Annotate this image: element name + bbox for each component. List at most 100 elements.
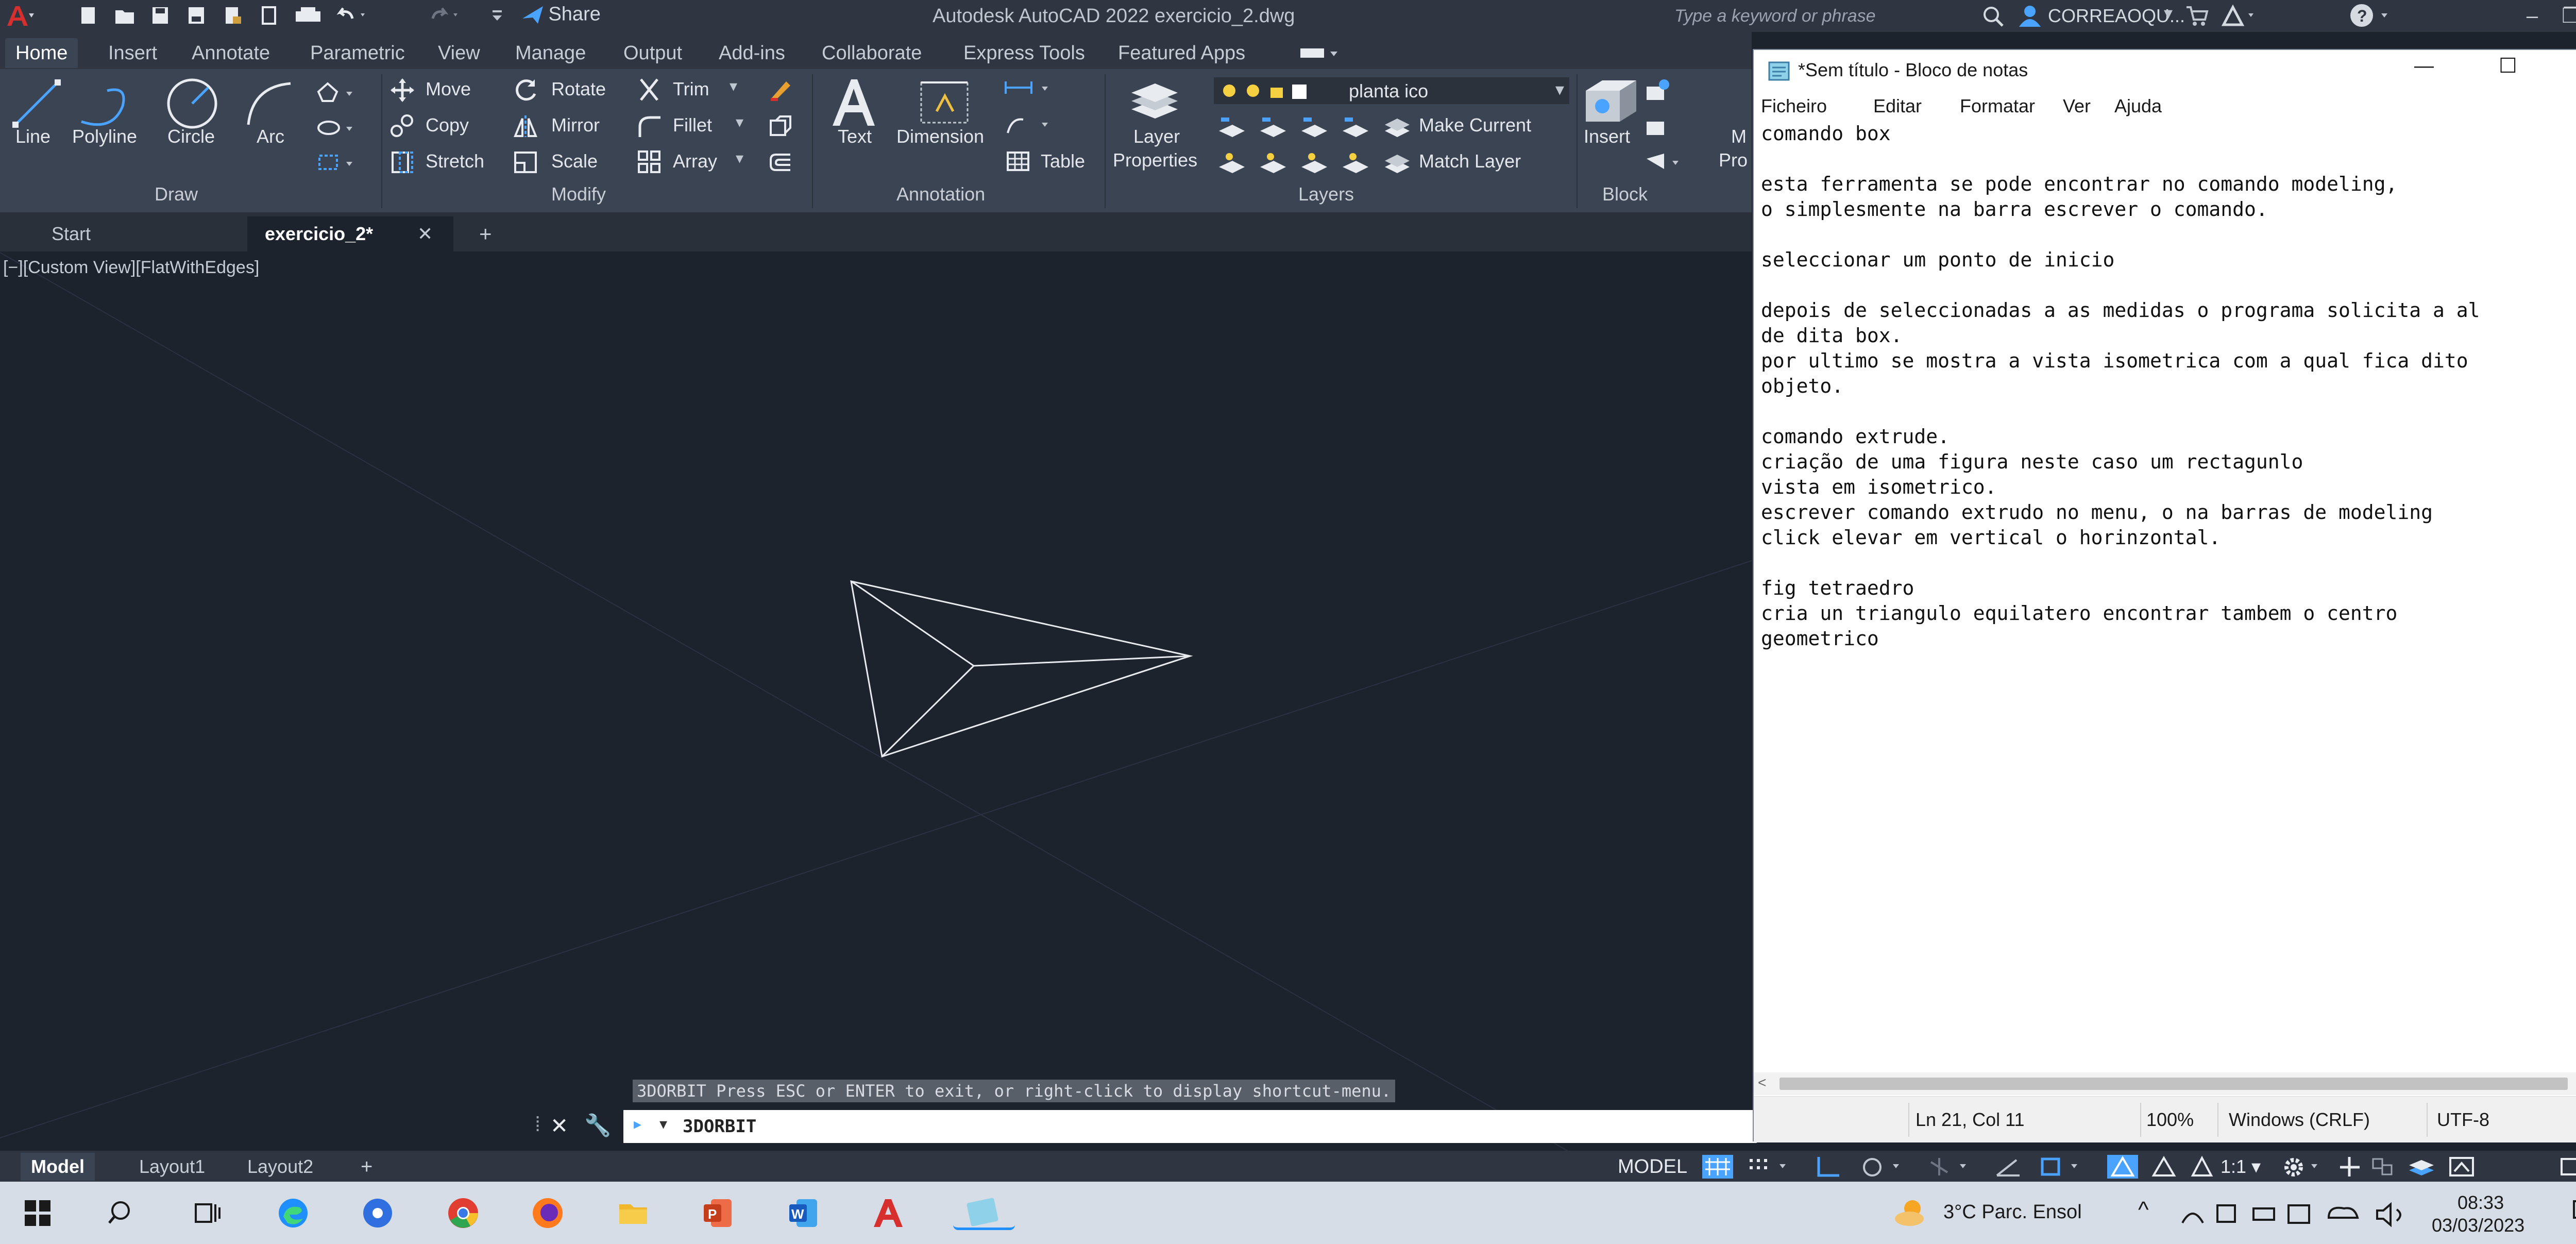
ortho-icon[interactable] <box>1814 1155 1844 1179</box>
close-tab-icon[interactable]: ✕ <box>417 216 433 251</box>
move-button[interactable]: Move <box>426 78 471 100</box>
annotation-panel-title[interactable]: Annotation <box>896 183 985 205</box>
tab-add-ins[interactable]: Add-ins <box>708 38 795 68</box>
notepad-window[interactable]: *Sem título - Bloco de notas — ☐ ✕ Fiche… <box>1753 49 2576 1142</box>
isolate-objects-icon[interactable] <box>2447 1155 2478 1179</box>
layer-properties-label-1[interactable]: Layer <box>1133 126 1180 147</box>
word-icon[interactable]: W <box>786 1196 820 1230</box>
new-tab-icon[interactable]: + <box>464 216 507 251</box>
clean-screen-icon[interactable] <box>2558 1155 2576 1179</box>
object-snap-tracking-icon[interactable] <box>1994 1155 2025 1179</box>
menu-ver[interactable]: Ver <box>2063 95 2091 117</box>
notepad-minimize-button[interactable]: — <box>2414 55 2434 77</box>
autocad-taskbar-icon[interactable] <box>871 1196 905 1230</box>
layer-tools-row1-icon[interactable] <box>1214 112 1389 144</box>
tab-drawing-active[interactable]: exercicio_2* ✕ <box>247 216 453 251</box>
command-line-input[interactable]: ▸ ▾ 3DORBIT <box>623 1110 1757 1143</box>
tab-output[interactable]: Output <box>613 38 692 68</box>
redo-icon[interactable] <box>428 5 457 26</box>
explode-icon[interactable] <box>768 113 793 142</box>
offset-icon[interactable] <box>768 149 793 178</box>
edge-browser-icon[interactable] <box>276 1196 310 1230</box>
scale-dropdown[interactable]: 1:1 ▾ <box>2221 1155 2261 1179</box>
circle-button[interactable]: Circle <box>167 126 215 147</box>
trim-dropdown-icon[interactable]: ▾ <box>730 77 737 95</box>
chrome-icon[interactable] <box>446 1196 480 1230</box>
teams-icon[interactable] <box>361 1196 395 1230</box>
windows-start-icon[interactable] <box>21 1196 55 1230</box>
task-view-icon[interactable] <box>191 1196 225 1230</box>
annotation-scale-icon[interactable] <box>2190 1155 2215 1179</box>
help-icon[interactable]: ? <box>2349 2 2396 31</box>
trim-button[interactable]: Trim <box>673 78 709 100</box>
annotation-monitor-icon[interactable] <box>2337 1155 2363 1179</box>
weather-icon[interactable] <box>1892 1195 1933 1232</box>
make-current-button[interactable]: Make Current <box>1419 114 1531 136</box>
scale-button[interactable]: Scale <box>551 150 598 172</box>
arc-button[interactable]: Arc <box>257 126 284 147</box>
model-space-button[interactable]: MODEL <box>1618 1155 1687 1179</box>
auto-scale-icon[interactable] <box>2148 1155 2179 1179</box>
tab-parametric[interactable]: Parametric <box>300 38 415 68</box>
tab-manage[interactable]: Manage <box>505 38 596 68</box>
object-snap-icon[interactable] <box>2038 1155 2090 1179</box>
clock-date[interactable]: 03/03/2023 <box>2432 1215 2524 1236</box>
polygon-icon[interactable] <box>313 78 360 184</box>
tab-express-tools[interactable]: Express Tools <box>953 38 1095 68</box>
layer-properties-label-2[interactable]: Properties <box>1113 149 1197 171</box>
block-panel-title[interactable]: Block <box>1602 183 1648 205</box>
fillet-button[interactable]: Fillet <box>673 114 712 136</box>
linear-dim-icon[interactable] <box>1003 76 1054 105</box>
tab-annotate[interactable]: Annotate <box>181 38 280 68</box>
menu-ficheiro[interactable]: Ficheiro <box>1761 95 1827 117</box>
share-button[interactable]: Share <box>520 3 601 29</box>
user-dropdown-icon[interactable]: ▾ <box>2164 3 2173 24</box>
fillet-dropdown-icon[interactable]: ▾ <box>736 113 743 131</box>
open-file-icon[interactable] <box>113 5 136 26</box>
horizontal-scroll-thumb[interactable] <box>1780 1078 2568 1090</box>
command-grip-icon[interactable]: ⁞ <box>535 1113 540 1136</box>
text-button[interactable]: Text <box>838 126 872 147</box>
quick-properties-icon[interactable] <box>2406 1155 2437 1179</box>
firefox-icon[interactable] <box>531 1196 565 1230</box>
tab-collaborate[interactable]: Collaborate <box>811 38 932 68</box>
tab-insert[interactable]: Insert <box>98 38 167 68</box>
restore-button[interactable]: ❐ <box>2553 3 2576 29</box>
tetrahedron-drawing[interactable] <box>0 251 1752 1151</box>
undo-icon[interactable] <box>335 5 365 26</box>
command-close-icon[interactable]: ✕ <box>550 1113 568 1138</box>
tab-layout2[interactable]: Layout2 <box>237 1153 324 1181</box>
print-icon[interactable] <box>294 5 320 26</box>
stretch-button[interactable]: Stretch <box>426 150 484 172</box>
menu-editar[interactable]: Editar <box>1873 95 1922 117</box>
ribbon-minimize-icon[interactable] <box>1298 43 1345 66</box>
match-layer-button[interactable]: Match Layer <box>1419 150 1521 172</box>
powerpoint-icon[interactable]: P <box>701 1196 735 1230</box>
cart-icon[interactable] <box>2184 4 2210 29</box>
new-file-icon[interactable] <box>77 5 100 26</box>
search-taskbar-icon[interactable] <box>106 1196 140 1230</box>
add-layout-icon[interactable]: + <box>350 1153 383 1181</box>
layer-tools-row2-icon[interactable] <box>1214 148 1389 180</box>
notepad-maximize-button[interactable]: ☐ <box>2499 54 2517 78</box>
layers-panel-title[interactable]: Layers <box>1298 183 1354 205</box>
line-button[interactable]: Line <box>15 126 50 147</box>
search-icon[interactable] <box>1981 5 2007 30</box>
customize-toolbar-icon[interactable] <box>489 5 512 26</box>
help-search-input[interactable]: Type a keyword or phrase <box>1649 3 1978 29</box>
grid-icon[interactable] <box>1702 1155 1733 1179</box>
notepad-title-bar[interactable]: *Sem título - Bloco de notas — ☐ ✕ <box>1754 50 2576 91</box>
save-icon[interactable] <box>149 5 172 26</box>
erase-icon[interactable] <box>768 76 793 105</box>
snap-icon[interactable] <box>1747 1155 1798 1179</box>
tab-view[interactable]: View <box>428 38 490 68</box>
horizontal-scrollbar[interactable]: < > <box>1754 1072 2576 1095</box>
scroll-left-icon[interactable]: < <box>1758 1074 1766 1091</box>
command-customize-icon[interactable]: 🔧 <box>584 1113 611 1138</box>
tab-model[interactable]: Model <box>21 1153 95 1181</box>
block-tools-icon[interactable] <box>1643 76 1690 182</box>
array-button[interactable]: Array <box>673 150 717 172</box>
leader-icon[interactable] <box>1003 112 1054 141</box>
tray-icons[interactable] <box>2179 1200 2421 1232</box>
tab-home[interactable]: Home <box>5 38 78 68</box>
